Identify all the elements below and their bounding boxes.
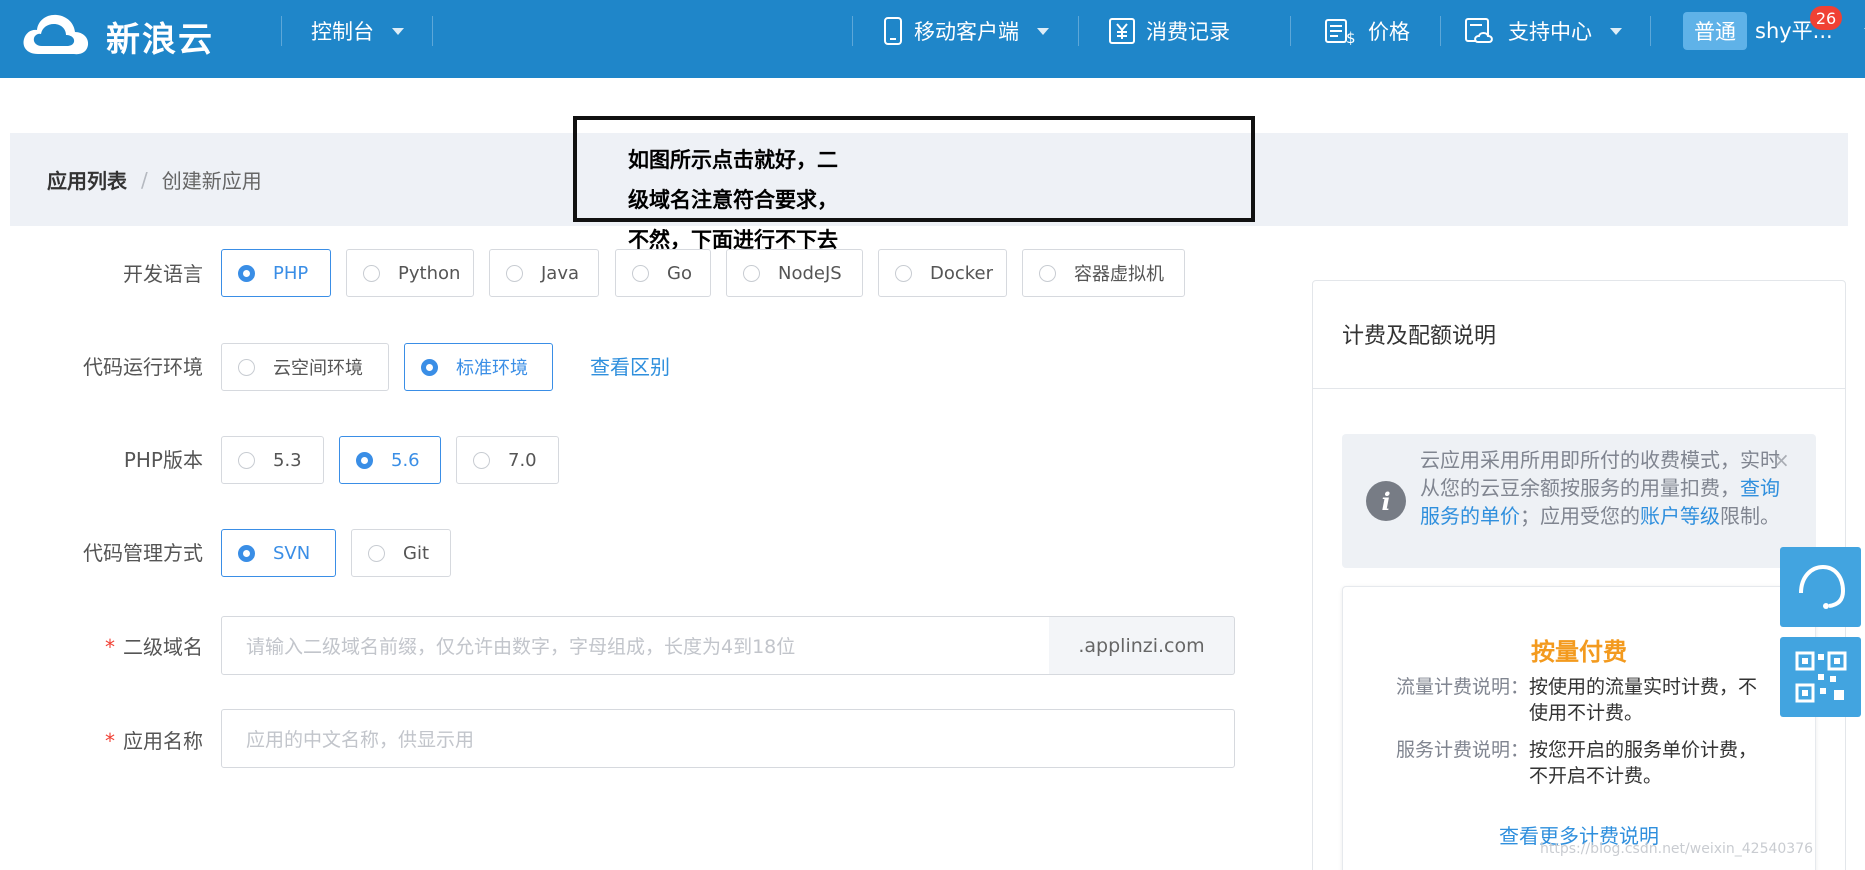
view-difference-link[interactable]: 查看区别 [590,351,670,380]
php-version-option-5-6[interactable]: 5.6 [339,436,441,484]
account-level-link[interactable]: 账户等级 [1640,504,1720,528]
qr-code-icon [1795,651,1846,703]
language-label: 开发语言 [123,262,203,286]
customer-service-button[interactable] [1780,547,1861,627]
pricing-label: 价格 [1368,20,1410,44]
language-option-go[interactable]: Go [615,249,711,297]
account-plan-badge: 普通 [1683,12,1747,50]
subdomain-suffix: .applinzi.com [1049,616,1235,675]
pay-as-you-go-title: 按量付费 [1531,638,1627,666]
nav-divider [1290,16,1291,46]
chevron-down-icon [1037,27,1049,35]
info-icon: i [1366,481,1406,521]
radio-icon [743,264,760,282]
mobile-client-menu[interactable]: 移动客户端 [882,0,1049,62]
chevron-down-icon [392,27,404,35]
radio-icon [632,264,649,282]
radio-selected-icon [356,451,373,469]
php-version-option-5-3[interactable]: 5.3 [221,436,324,484]
support-cloud-icon [1465,18,1493,43]
chevron-down-icon [1610,27,1622,35]
radio-icon [895,264,912,282]
radio-icon [368,544,385,562]
language-option-java[interactable]: Java [489,249,599,297]
support-center-menu[interactable]: 支持中心 [1464,0,1622,62]
app-name-label: * 应用名称 [105,729,203,753]
radio-icon [506,264,523,282]
brand-logo[interactable]: 新浪云 [20,6,214,66]
mobile-client-label: 移动客户端 [914,20,1019,44]
required-mark: * [105,635,115,659]
php-version-label: PHP版本 [123,448,203,472]
radio-selected-icon [238,544,255,562]
nav-divider [432,16,433,46]
pricing-link[interactable]: $ 价格 [1324,0,1410,62]
traffic-billing-row: 流量计费说明： 按使用的流量实时计费，不使用不计费。 [1396,674,1769,726]
radio-icon [238,358,255,376]
subdomain-input[interactable]: 请输入二级域名前缀，仅允许由数字，字母组成，长度为4到18位 [221,616,1050,675]
vcs-option-svn[interactable]: SVN [221,529,336,577]
nav-divider [1650,16,1651,46]
nav-divider [281,16,282,46]
support-center-label: 支持中心 [1508,20,1592,44]
billing-records-label: 消费记录 [1146,20,1230,44]
required-mark: * [105,729,115,753]
nav-divider [1440,16,1441,46]
top-navbar: 新浪云 控制台 移动客户端 消费记录 $ 价格 支持中心 普通 shy平... … [0,0,1865,78]
app-name-input[interactable]: 应用的中文名称，供显示用 [221,709,1235,768]
close-icon[interactable]: × [1773,448,1790,472]
watermark-text: https://blog.csdn.net/weixin_42540376 [1540,841,1814,857]
mobile-phone-icon [884,17,902,45]
language-option-nodejs[interactable]: NodeJS [726,249,863,297]
vcs-label: 代码管理方式 [83,541,203,565]
annotation-line: 级域名注意符合要求， [628,188,838,212]
radio-selected-icon [421,358,438,376]
headset-icon [1798,564,1845,609]
service-billing-value: 按您开启的服务单价计费，不开启不计费。 [1529,739,1758,787]
notice-text: 云应用采用所用即所付的收费模式，实时从您的云豆余额按服务的用量扣费，查询服务的单… [1420,448,1780,528]
panel-title: 计费及配额说明 [1342,324,1497,349]
cloud-logo-icon [23,14,89,55]
breadcrumb-separator: / [141,167,148,192]
console-label: 控制台 [311,20,374,44]
radio-icon [363,264,380,282]
subdomain-label: * 二级域名 [105,635,203,659]
radio-selected-icon [238,264,255,282]
yen-receipt-icon [1109,18,1135,44]
radio-icon [473,451,490,469]
console-menu[interactable]: 控制台 [311,0,404,62]
language-option-python[interactable]: Python [346,249,474,297]
nav-divider [1078,16,1079,46]
brand-name: 新浪云 [106,19,214,60]
language-option-container-vm[interactable]: 容器虚拟机 [1022,249,1185,297]
annotation-line: 如图所示点击就好，二 [628,148,838,172]
nav-divider [852,16,853,46]
qr-code-button[interactable] [1780,637,1861,717]
breadcrumb-current: 创建新应用 [161,169,262,193]
notification-count-badge[interactable]: 26 [1810,6,1842,30]
vcs-option-git[interactable]: Git [351,529,451,577]
panel-divider [1313,388,1845,389]
billing-records-link[interactable]: 消费记录 [1108,0,1230,62]
php-version-option-7-0[interactable]: 7.0 [456,436,559,484]
price-list-icon: $ [1325,19,1356,45]
service-billing-row: 服务计费说明： 按您开启的服务单价计费，不开启不计费。 [1396,737,1769,789]
svg-text:$: $ [1346,29,1356,45]
language-option-php[interactable]: PHP [221,249,331,297]
runtime-option-cloud-space[interactable]: 云空间环境 [221,343,389,391]
traffic-billing-value: 按使用的流量实时计费，不使用不计费。 [1529,676,1758,724]
language-option-docker[interactable]: Docker [878,249,1007,297]
annotation-note: 如图所示点击就好，二 级域名注意符合要求， 不然，下面进行不下去 [628,140,868,260]
radio-icon [1039,264,1056,282]
traffic-billing-key: 流量计费说明： [1396,676,1530,698]
breadcrumb-app-list[interactable]: 应用列表 [47,165,127,194]
runtime-label: 代码运行环境 [83,355,203,379]
service-billing-key: 服务计费说明： [1396,739,1530,761]
runtime-option-standard[interactable]: 标准环境 [404,343,553,391]
radio-icon [238,451,255,469]
